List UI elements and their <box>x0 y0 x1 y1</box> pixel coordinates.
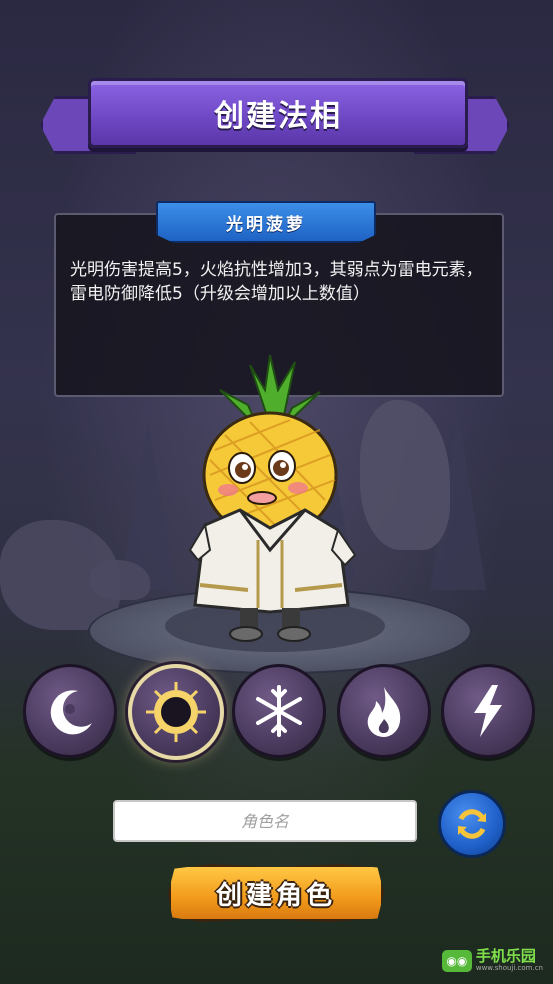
moon-icon <box>50 690 92 735</box>
create-character-button[interactable]: 创建角色 <box>168 864 384 922</box>
watermark-logo-icon: ◉◉ <box>441 949 472 972</box>
element-sun-button[interactable] <box>128 664 224 760</box>
lightning-icon <box>474 685 502 737</box>
refresh-icon <box>458 809 486 839</box>
rock <box>90 560 150 600</box>
random-name-button[interactable] <box>438 790 506 858</box>
element-fire-button[interactable] <box>337 664 431 758</box>
element-moon-button[interactable] <box>23 664 117 758</box>
info-panel-header: 光明菠萝 <box>156 201 376 243</box>
flame-icon <box>367 687 401 737</box>
sun-icon <box>146 682 206 742</box>
title-banner: 创建法相 <box>40 74 510 154</box>
watermark-brand: 手机乐园 <box>475 947 536 965</box>
character-description: 光明伤害提高5，火焰抗性增加3，其弱点为雷电元素，雷电防御降低5（升级会增加以上… <box>70 260 483 304</box>
character-type-name: 光明菠萝 <box>226 214 306 235</box>
watermark: ◉◉ 手机乐园 www.shouji.com.cn <box>441 947 543 972</box>
watermark-url: www.shouji.com.cn <box>475 964 543 972</box>
element-thunder-button[interactable] <box>441 664 535 758</box>
character-name-input[interactable] <box>113 800 417 842</box>
page-title: 创建法相 <box>214 99 342 134</box>
banner-ribbon: 创建法相 <box>88 78 468 148</box>
snowflake-icon <box>256 685 302 737</box>
pineapple-character <box>170 350 380 650</box>
element-ice-button[interactable] <box>232 664 326 758</box>
create-character-label: 创建角色 <box>215 880 336 911</box>
